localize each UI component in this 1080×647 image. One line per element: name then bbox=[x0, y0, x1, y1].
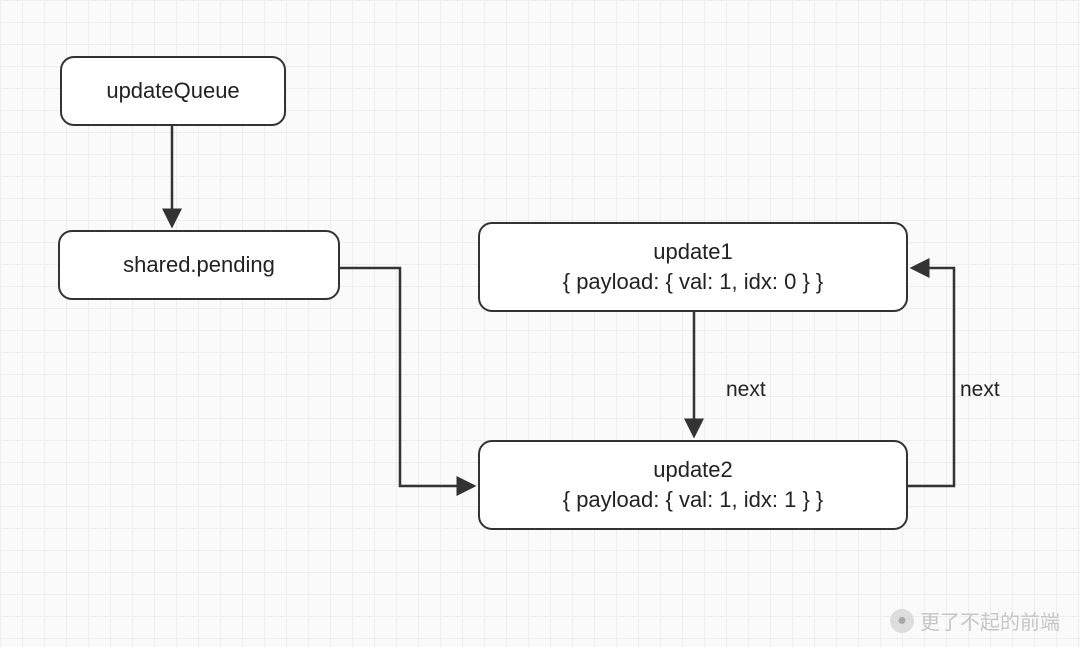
arrow-update2-to-update1 bbox=[908, 268, 954, 486]
node-title: update1 bbox=[653, 237, 733, 267]
wechat-icon: ● bbox=[890, 609, 914, 633]
node-label: shared.pending bbox=[123, 250, 275, 280]
edge-label-next-down: next bbox=[726, 378, 766, 402]
edge-label-next-up: next bbox=[960, 378, 1000, 402]
node-shared-pending: shared.pending bbox=[58, 230, 340, 300]
node-title: update2 bbox=[653, 455, 733, 485]
node-detail: { payload: { val: 1, idx: 0 } } bbox=[563, 267, 824, 297]
node-label: updateQueue bbox=[106, 76, 239, 106]
node-update2: update2 { payload: { val: 1, idx: 1 } } bbox=[478, 440, 908, 530]
watermark-text: 更了不起的前端 bbox=[920, 606, 1060, 635]
node-update-queue: updateQueue bbox=[60, 56, 286, 126]
arrow-pending-to-update2 bbox=[340, 268, 474, 486]
node-detail: { payload: { val: 1, idx: 1 } } bbox=[563, 485, 824, 515]
watermark: ● 更了不起的前端 bbox=[890, 606, 1060, 635]
node-update1: update1 { payload: { val: 1, idx: 0 } } bbox=[478, 222, 908, 312]
